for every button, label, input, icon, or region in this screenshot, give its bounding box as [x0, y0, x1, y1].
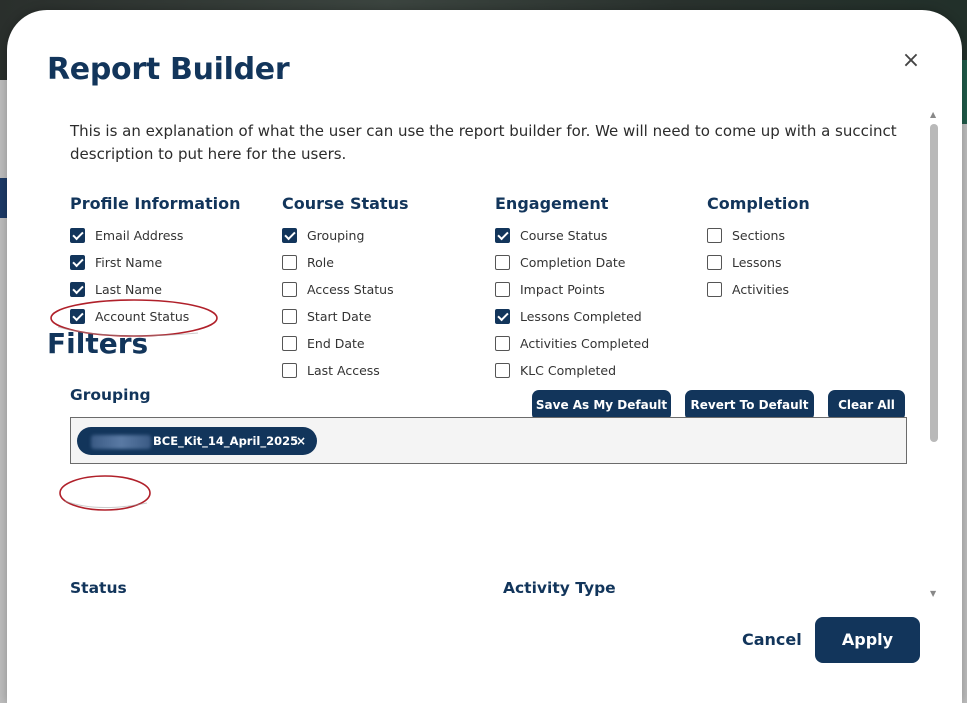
checkbox-role[interactable]: Role: [282, 249, 482, 276]
checkbox-label: Course Status: [520, 228, 608, 243]
report-builder-modal: Report Builder × This is an explanation …: [7, 10, 962, 703]
checkbox-last-access[interactable]: Last Access: [282, 357, 482, 384]
apply-button[interactable]: Apply: [815, 617, 920, 663]
checkbox-box[interactable]: [495, 228, 510, 243]
column-engagement: Engagement Course Status Completion Date…: [495, 194, 695, 384]
scroll-up-icon[interactable]: ▲: [930, 110, 936, 119]
column-title: Completion: [707, 194, 810, 213]
checkbox-box[interactable]: [282, 282, 297, 297]
filters-title: Filters: [47, 327, 149, 360]
checkbox-box[interactable]: [282, 309, 297, 324]
checkbox-lessons[interactable]: Lessons: [707, 249, 907, 276]
checkbox-box[interactable]: [70, 282, 85, 297]
checkbox-box[interactable]: [70, 255, 85, 270]
column-completion: Completion Sections Lessons Activities: [707, 194, 907, 303]
checkbox-box[interactable]: [495, 282, 510, 297]
activity-type-filter-label: Activity Type: [503, 579, 616, 597]
redacted-prefix: [91, 434, 151, 449]
checkbox-label: Impact Points: [520, 282, 605, 297]
scroll-thumb[interactable]: [930, 124, 938, 442]
checkbox-box[interactable]: [495, 255, 510, 270]
grouping-chip-label: BCE_Kit_14_April_2025: [153, 434, 299, 448]
checkbox-last-name[interactable]: Last Name: [70, 276, 270, 303]
checkbox-box[interactable]: [707, 228, 722, 243]
checkbox-label: Start Date: [307, 309, 372, 324]
report-builder-description: This is an explanation of what the user …: [70, 122, 897, 163]
checkbox-box[interactable]: [495, 309, 510, 324]
checkbox-course-status[interactable]: Course Status: [495, 222, 695, 249]
chip-remove-icon[interactable]: ×: [296, 427, 306, 455]
checkbox-label: KLC Completed: [520, 363, 617, 378]
checkbox-grouping[interactable]: Grouping: [282, 222, 482, 249]
checkbox-box[interactable]: [70, 228, 85, 243]
modal-title: Report Builder: [47, 52, 290, 87]
checkbox-account-status[interactable]: Account Status: [70, 303, 270, 330]
checkbox-email-address[interactable]: Email Address: [70, 222, 270, 249]
checkbox-box[interactable]: [282, 363, 297, 378]
close-icon[interactable]: ×: [900, 50, 922, 72]
checkbox-first-name[interactable]: First Name: [70, 249, 270, 276]
checkbox-start-date[interactable]: Start Date: [282, 303, 482, 330]
modal-scrollbar[interactable]: ▲ ▼: [929, 110, 939, 598]
status-filter-label: Status: [70, 579, 127, 597]
column-title: Profile Information: [70, 194, 241, 213]
grouping-chip[interactable]: BCE_Kit_14_April_2025 ×: [77, 427, 317, 455]
column-title: Course Status: [282, 194, 409, 213]
checkbox-label: Role: [307, 255, 334, 270]
checkbox-label: Access Status: [307, 282, 394, 297]
grouping-filter-input[interactable]: BCE_Kit_14_April_2025 ×: [70, 417, 907, 464]
checkbox-impact-points[interactable]: Impact Points: [495, 276, 695, 303]
checkbox-activities[interactable]: Activities: [707, 276, 907, 303]
checkbox-box[interactable]: [495, 363, 510, 378]
checkbox-box[interactable]: [495, 336, 510, 351]
checkbox-completion-date[interactable]: Completion Date: [495, 249, 695, 276]
checkbox-box[interactable]: [707, 282, 722, 297]
checkbox-end-date[interactable]: End Date: [282, 330, 482, 357]
scroll-down-icon[interactable]: ▼: [930, 589, 936, 598]
checkbox-box[interactable]: [707, 255, 722, 270]
checkbox-box[interactable]: [70, 309, 85, 324]
checkbox-label: End Date: [307, 336, 365, 351]
checkbox-label: Lessons: [732, 255, 782, 270]
checkbox-box[interactable]: [282, 255, 297, 270]
checkbox-label: Email Address: [95, 228, 184, 243]
checkbox-box[interactable]: [282, 228, 297, 243]
column-profile-information: Profile Information Email Address First …: [70, 194, 270, 330]
checkbox-label: Grouping: [307, 228, 365, 243]
checkbox-label: Completion Date: [520, 255, 626, 270]
checkbox-sections[interactable]: Sections: [707, 222, 907, 249]
checkbox-label: First Name: [95, 255, 163, 270]
checkbox-label: Activities: [732, 282, 790, 297]
checkbox-activities-completed[interactable]: Activities Completed: [495, 330, 695, 357]
cancel-button[interactable]: Cancel: [742, 630, 802, 649]
checkbox-box[interactable]: [282, 336, 297, 351]
checkbox-label: Lessons Completed: [520, 309, 642, 324]
checkbox-lessons-completed[interactable]: Lessons Completed: [495, 303, 695, 330]
column-title: Engagement: [495, 194, 609, 213]
checkbox-access-status[interactable]: Access Status: [282, 276, 482, 303]
column-course-status: Course Status Grouping Role Access Statu…: [282, 194, 482, 384]
checkbox-label: Last Access: [307, 363, 380, 378]
checkbox-label: Activities Completed: [520, 336, 650, 351]
checkbox-label: Account Status: [95, 309, 190, 324]
checkbox-label: Last Name: [95, 282, 162, 297]
grouping-filter-label: Grouping: [70, 386, 151, 404]
checkbox-klc-completed[interactable]: KLC Completed: [495, 357, 695, 384]
checkbox-label: Sections: [732, 228, 785, 243]
